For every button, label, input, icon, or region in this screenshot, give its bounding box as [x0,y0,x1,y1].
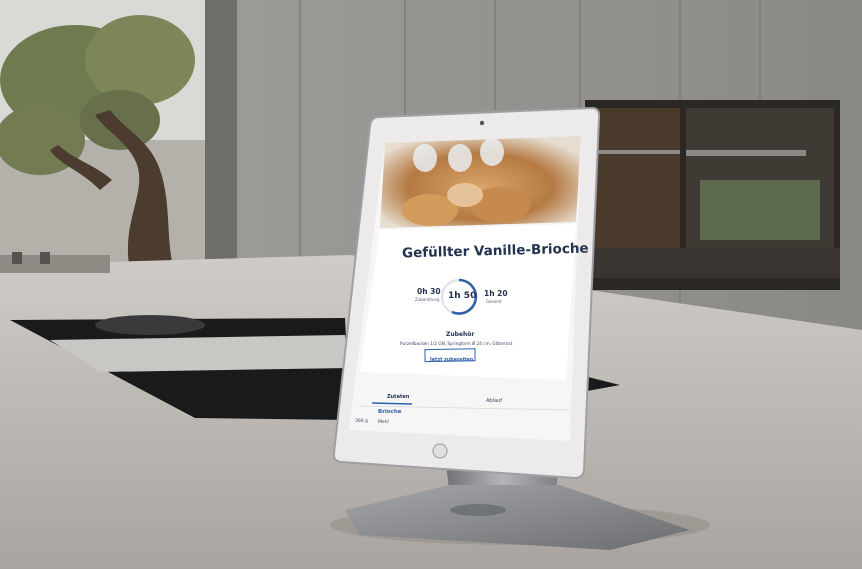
prepare-button[interactable]: Jetzt zubereiten [430,358,473,363]
prep-time: 0h 30 [417,287,441,296]
accessories-heading: Zubehör [446,331,475,338]
accessories-text: Purzellbacken 1/2 GN, Springform Ø 24 cm… [400,341,513,346]
prep-label: Zubereitung [415,297,440,302]
tablet-screen [349,136,581,441]
total-time: 1h 20 [484,289,508,298]
tab-ingredients[interactable]: Zutaten [387,394,409,400]
ingredient-qty: 360 g [355,419,368,424]
tab-steps[interactable]: Ablauf [486,398,502,404]
kitchen-photo: Gefüllter Vanille-Brioche 0h 30 Zubereit… [0,0,862,569]
built-in-ovens [585,100,840,290]
section-heading: Brioche [378,409,402,415]
center-time: 1h 50 [448,291,477,301]
total-label: Gesamt [486,299,502,304]
ingredient-name: Mehl [378,420,389,425]
